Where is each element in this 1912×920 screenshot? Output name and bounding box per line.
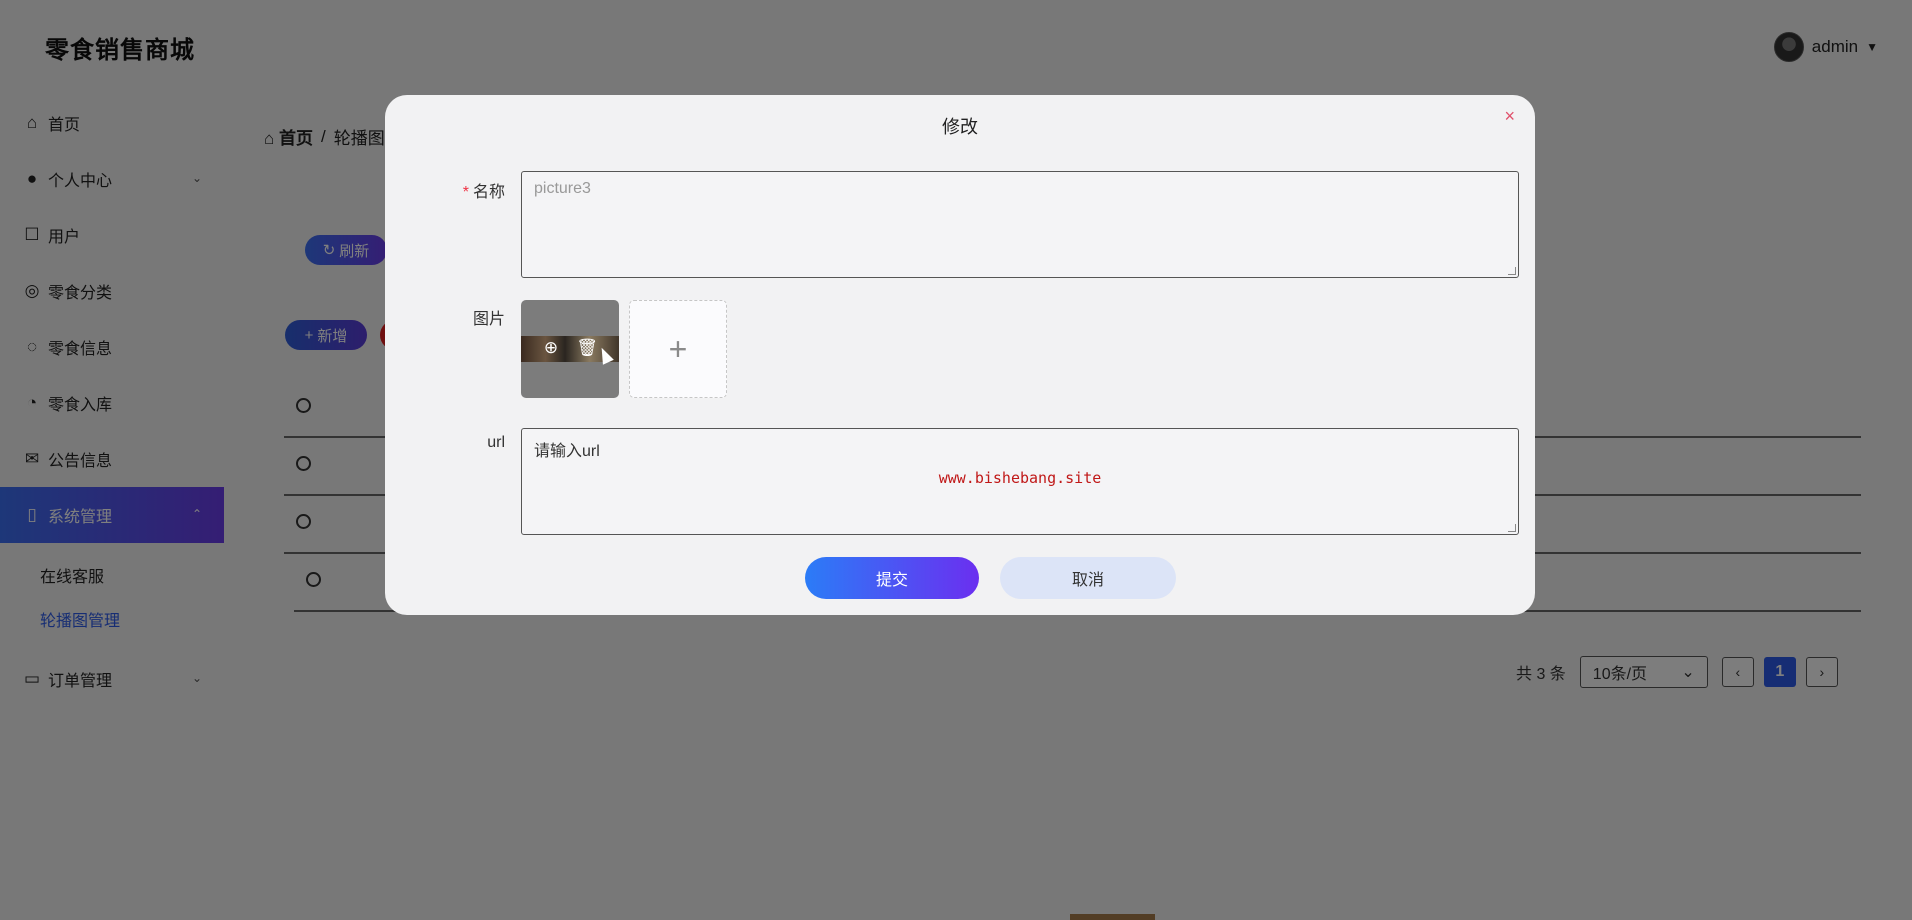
picture-label: 图片: [472, 311, 505, 328]
url-label: url: [487, 434, 505, 451]
resize-handle[interactable]: [1508, 267, 1516, 275]
resize-handle[interactable]: [1508, 524, 1516, 532]
cancel-button[interactable]: 取消: [1000, 557, 1176, 599]
uploaded-image-thumbnail[interactable]: ⊕ 🗑: [521, 300, 619, 398]
plus-icon: +: [668, 330, 688, 367]
name-field[interactable]: picture3: [521, 171, 1519, 278]
close-icon[interactable]: ×: [1504, 107, 1515, 125]
dialog-title: 修改: [942, 117, 978, 137]
trash-icon[interactable]: 🗑: [576, 338, 598, 358]
upload-button[interactable]: +: [629, 300, 727, 398]
submit-button[interactable]: 提交: [805, 557, 979, 599]
url-field[interactable]: 请输入url www.bishebang.site: [521, 428, 1519, 535]
zoom-in-icon[interactable]: ⊕: [541, 338, 561, 358]
edit-dialog: 修改 × * 名称 picture3 图片 ⊕ 🗑 + url 请输入url ww…: [385, 95, 1535, 615]
name-label: * 名称: [462, 184, 505, 201]
watermark-text: www.bishebang.site: [938, 469, 1102, 487]
